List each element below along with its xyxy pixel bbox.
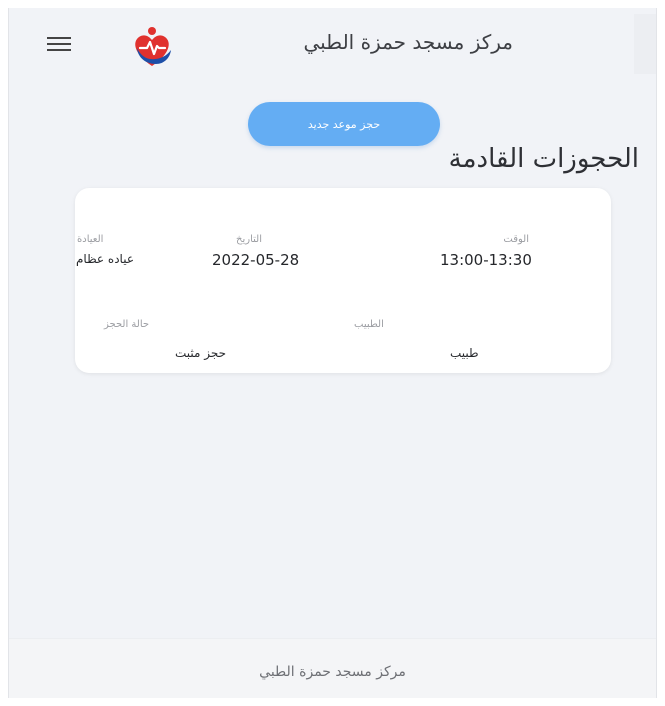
footer-text: مركز مسجد حمزة الطبي (259, 664, 406, 680)
app-footer: مركز مسجد حمزة الطبي (9, 638, 656, 698)
status-value: حجز مثبت (175, 346, 227, 360)
heart-pulse-logo-icon (130, 26, 174, 72)
clinic-value: عياده عظام (76, 252, 134, 266)
hamburger-menu-icon[interactable] (47, 37, 71, 51)
menu-line (47, 49, 71, 51)
date-value: 2022-05-28 (212, 251, 300, 269)
app-header: مركز مسجد حمزة الطبي (9, 8, 656, 84)
upcoming-bookings-heading: الحجوزات القادمة (448, 144, 639, 174)
book-new-appointment-button[interactable]: حجز موعد جديد (248, 102, 440, 146)
menu-line (47, 37, 71, 39)
date-label: التاريخ (236, 234, 262, 245)
menu-line (47, 43, 71, 45)
app-title: مركز مسجد حمزة الطبي (303, 30, 513, 54)
app-frame: مركز مسجد حمزة الطبي حجز موعد جديد الحجو… (8, 8, 657, 698)
time-label: الوقت (503, 234, 529, 245)
header-edge (634, 14, 656, 74)
time-value: 13:00-13:30 (440, 251, 532, 269)
appointment-card[interactable]: الوقت 13:00-13:30 التاريخ 2022-05-28 الع… (75, 188, 611, 373)
doctor-value: طبيب (450, 346, 479, 360)
status-label: حالة الحجز (104, 319, 150, 330)
clinic-label: العيادة (77, 234, 104, 245)
doctor-label: الطبيب (354, 319, 384, 330)
